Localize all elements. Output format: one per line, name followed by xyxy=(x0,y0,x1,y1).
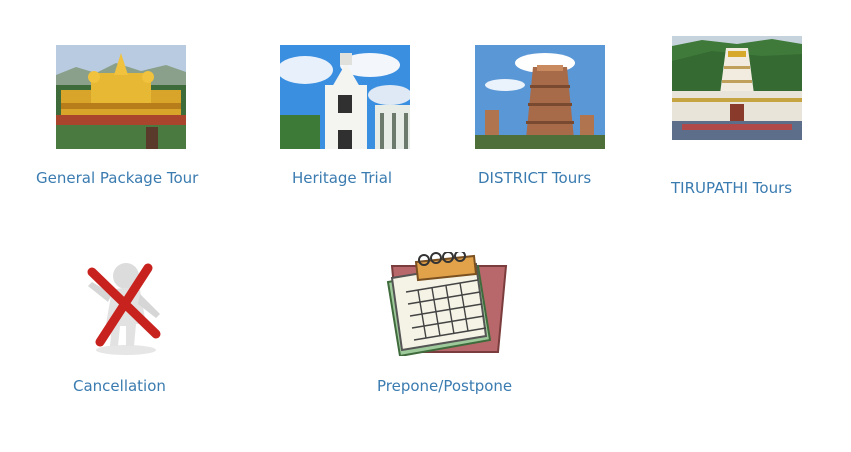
cancellation-label[interactable]: Cancellation xyxy=(73,377,166,395)
general-package-tour-label[interactable]: General Package Tour xyxy=(36,169,198,187)
calendar-icon[interactable] xyxy=(378,252,510,356)
heritage-trial-label[interactable]: Heritage Trial xyxy=(292,169,392,187)
cancel-figure-icon[interactable] xyxy=(56,254,186,357)
golden-temple-photo[interactable] xyxy=(56,45,186,149)
district-tours-label[interactable]: DISTRICT Tours xyxy=(478,169,591,187)
tirupathi-tours-label[interactable]: TIRUPATHI Tours xyxy=(671,179,792,197)
church-tower-photo[interactable] xyxy=(280,45,410,149)
gopuram-temple-photo[interactable] xyxy=(475,45,605,149)
prepone-postpone-label[interactable]: Prepone/Postpone xyxy=(377,377,512,395)
tirupati-temple-photo[interactable] xyxy=(672,36,802,140)
